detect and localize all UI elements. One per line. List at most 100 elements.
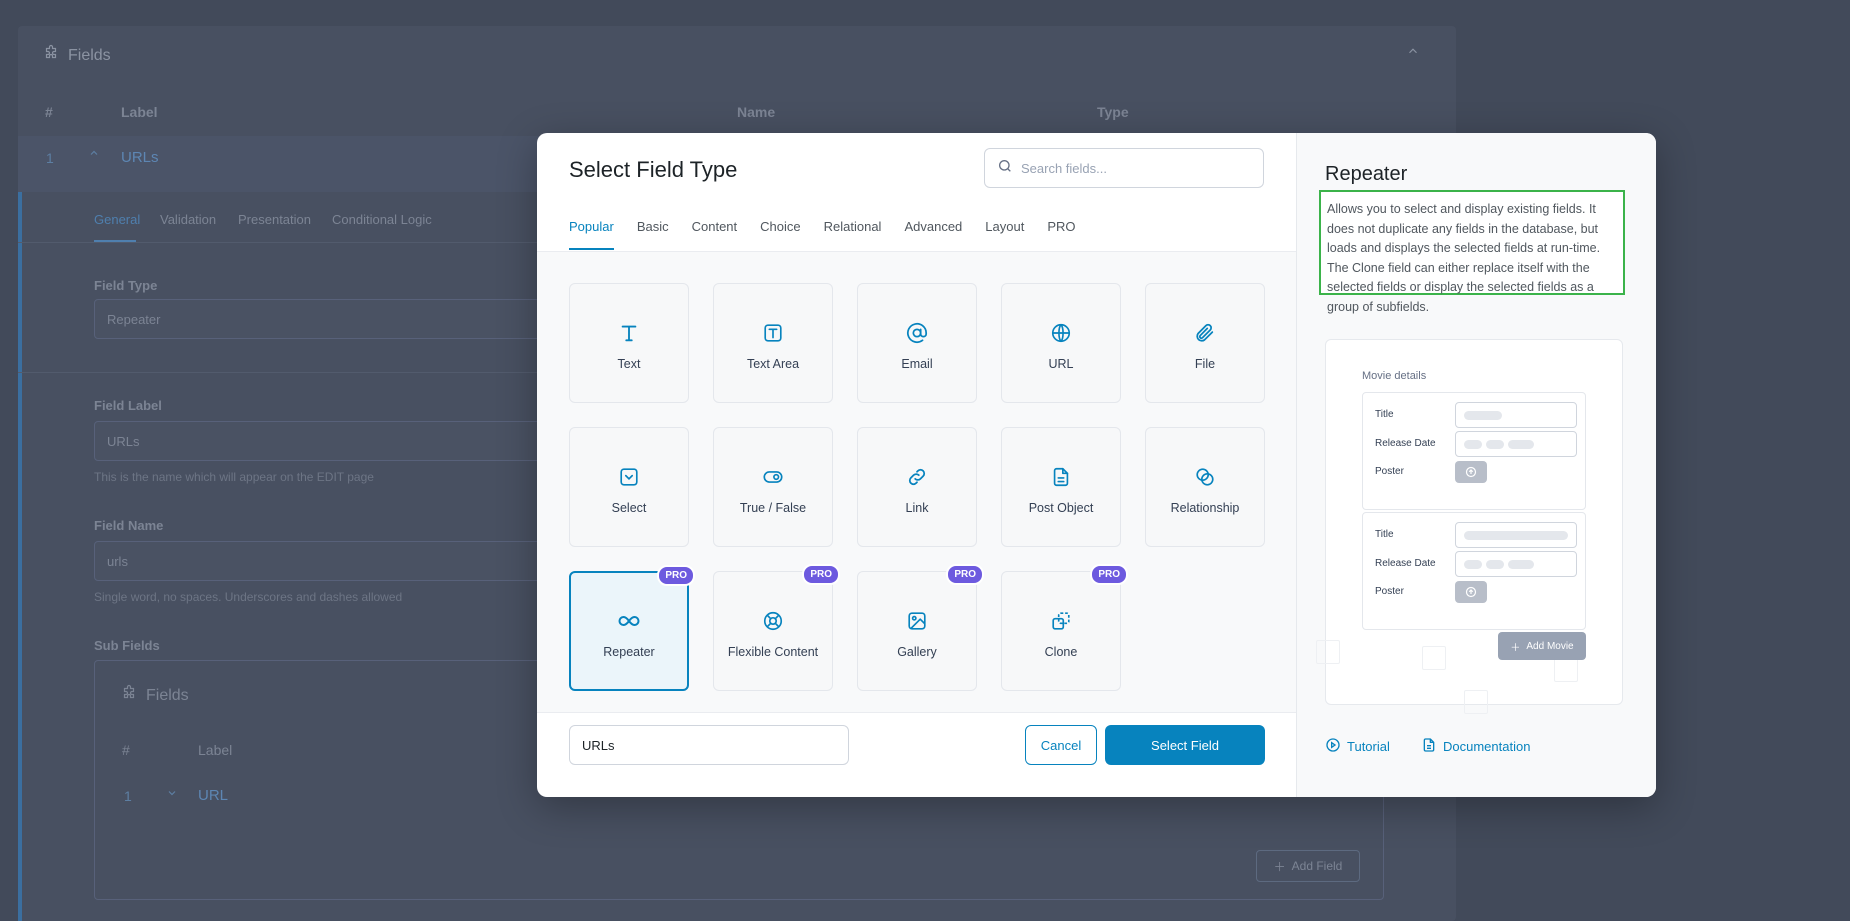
add-field-button[interactable]: ＋ Add Field	[1256, 850, 1360, 882]
tab-relational[interactable]: Relational	[824, 219, 882, 250]
field-label-input[interactable]	[569, 725, 849, 765]
chevron-down-icon[interactable]	[166, 786, 178, 802]
field-type-gallery[interactable]: PRO Gallery	[857, 564, 984, 691]
field-type-label: Flexible Content	[727, 645, 819, 659]
modal-main: Select Field Type Popular Basic Content …	[537, 133, 1296, 797]
preview-description: Allows you to select and display existin…	[1319, 190, 1625, 314]
preview-add-movie-label: Add Movie	[1526, 640, 1574, 652]
document-icon	[1049, 465, 1073, 489]
sub-column-number: #	[122, 742, 130, 758]
field-name-help: Single word, no spaces. Underscores and …	[94, 590, 403, 604]
field-type-file[interactable]: File	[1145, 283, 1265, 403]
modal-title: Select Field Type	[569, 157, 738, 182]
image-icon	[905, 609, 929, 633]
toggle-icon	[761, 465, 785, 489]
tab-validation[interactable]: Validation	[160, 212, 216, 227]
preview-illustration: Movie details Title Release Date Poster	[1316, 339, 1623, 714]
field-type-url[interactable]: URL	[1001, 283, 1121, 403]
field-type-flexible-content[interactable]: PRO Flexible Content	[713, 564, 840, 691]
sub-fields-label: Sub Fields	[94, 638, 160, 653]
upload-icon	[1455, 581, 1487, 603]
field-type-label: Gallery	[897, 645, 937, 659]
clone-icon	[1049, 609, 1073, 633]
cancel-button[interactable]: Cancel	[1025, 725, 1097, 765]
tab-popular[interactable]: Popular	[569, 219, 614, 250]
tab-conditional-logic[interactable]: Conditional Logic	[332, 212, 432, 227]
at-icon	[905, 321, 929, 345]
plus-icon: ＋	[1510, 642, 1521, 654]
sub-fields-title: Fields	[120, 684, 189, 707]
preview-heading: Movie details	[1362, 370, 1427, 382]
link-icon	[905, 465, 929, 489]
field-type-label: Text Area	[746, 357, 800, 371]
search-input[interactable]	[1021, 160, 1241, 176]
select-icon	[617, 465, 641, 489]
field-type-link[interactable]: Link	[857, 427, 977, 547]
pro-badge: PRO	[1090, 564, 1128, 585]
preview-repeater-row: Title Release Date Poster	[1362, 392, 1586, 510]
tab-presentation[interactable]: Presentation	[238, 212, 311, 227]
field-type-clone[interactable]: PRO Clone	[1001, 564, 1128, 691]
search-icon	[997, 158, 1013, 179]
field-preview-pane: Repeater Allows you to select and displa…	[1296, 133, 1656, 797]
field-type-text-area[interactable]: Text Area	[713, 283, 833, 403]
tutorial-link[interactable]: Tutorial	[1325, 737, 1390, 756]
field-type-select[interactable]: Repeater	[94, 299, 554, 339]
tab-layout[interactable]: Layout	[985, 219, 1024, 250]
relationship-icon	[1193, 465, 1217, 489]
tab-basic[interactable]: Basic	[637, 219, 669, 250]
preview-row-label: Poster	[1375, 466, 1404, 477]
search-box[interactable]	[984, 148, 1264, 188]
field-type-label: True / False	[739, 501, 807, 515]
preview-title: Repeater	[1325, 163, 1408, 185]
chevron-up-icon[interactable]	[88, 146, 100, 162]
pro-badge: PRO	[946, 564, 984, 585]
documentation-link[interactable]: Documentation	[1421, 737, 1530, 756]
field-name-input[interactable]: urls	[94, 541, 554, 581]
select-field-button[interactable]: Select Field	[1105, 725, 1265, 765]
pro-badge: PRO	[802, 564, 840, 585]
preview-placeholder	[1464, 531, 1568, 540]
paperclip-icon	[1193, 321, 1217, 345]
field-type-label: URL	[1048, 357, 1074, 371]
tab-general[interactable]: General	[94, 212, 140, 227]
sub-fields-title-text: Fields	[146, 686, 189, 704]
tab-pro[interactable]: PRO	[1047, 219, 1075, 250]
preview-add-movie-button: ＋ Add Movie	[1498, 632, 1586, 660]
field-type-true-false[interactable]: True / False	[713, 427, 833, 547]
document-icon	[1421, 737, 1437, 756]
field-row-label[interactable]: URLs	[121, 149, 159, 166]
field-type-label: Repeater	[603, 645, 655, 659]
field-type-email[interactable]: Email	[857, 283, 977, 403]
preview-row-label: Poster	[1375, 586, 1404, 597]
field-type-relationship[interactable]: Relationship	[1145, 427, 1265, 547]
tutorial-label: Tutorial	[1347, 739, 1390, 754]
chevron-up-icon[interactable]	[1406, 44, 1420, 63]
field-type-text[interactable]: Text	[569, 283, 689, 403]
pro-badge: PRO	[657, 565, 695, 586]
preview-repeater-row: Title Release Date Poster	[1362, 512, 1586, 630]
tab-advanced[interactable]: Advanced	[904, 219, 962, 250]
field-label-help: This is the name which will appear on th…	[94, 470, 374, 484]
column-label: Label	[121, 104, 158, 120]
sub-row-number: 1	[124, 788, 132, 804]
preview-field	[1455, 431, 1577, 457]
column-type: Type	[1097, 104, 1129, 120]
preview-placeholder	[1508, 440, 1534, 449]
tab-choice[interactable]: Choice	[760, 219, 800, 250]
textarea-icon	[761, 321, 785, 345]
sub-row-label[interactable]: URL	[198, 787, 228, 804]
preview-placeholder	[1464, 440, 1482, 449]
field-type-label: Field Type	[94, 278, 158, 293]
active-row-border	[18, 192, 22, 921]
preview-field	[1455, 522, 1577, 548]
field-type-label: Link	[905, 501, 929, 515]
field-type-label: Clone	[1044, 645, 1078, 659]
field-label-input[interactable]: URLs	[94, 421, 554, 461]
field-type-select[interactable]: Select	[569, 427, 689, 547]
field-type-repeater[interactable]: PRO Repeater	[569, 565, 695, 691]
field-type-label: Text	[617, 357, 641, 371]
tab-content[interactable]: Content	[692, 219, 738, 250]
field-type-tabs: Popular Basic Content Choice Relational …	[569, 219, 1099, 250]
field-type-post-object[interactable]: Post Object	[1001, 427, 1121, 547]
